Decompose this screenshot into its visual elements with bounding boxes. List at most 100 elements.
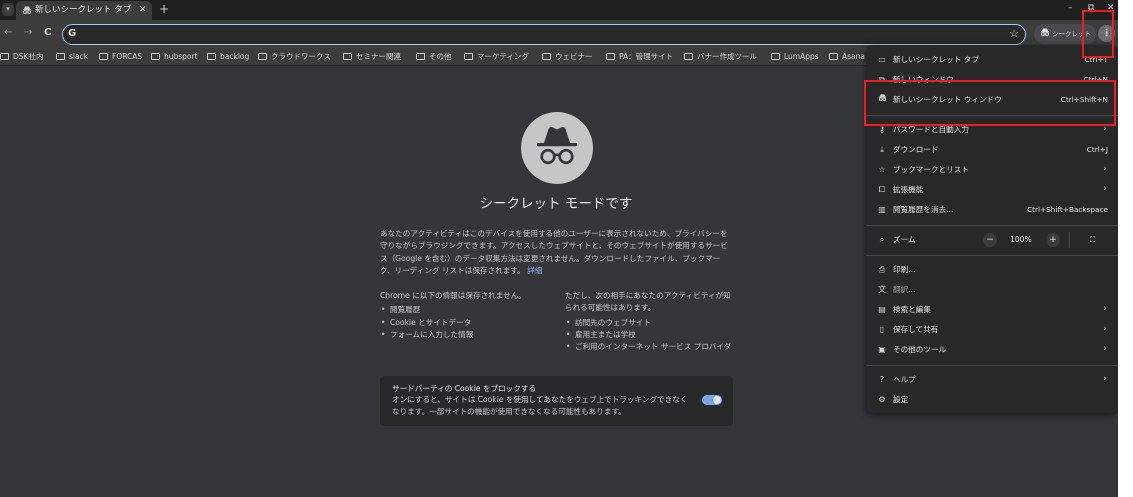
menu-item-zoom: ⌕ ズーム − 100% + ⛶	[866, 230, 1118, 250]
back-button[interactable]: ←	[4, 27, 12, 39]
zoom-icon: ⌕	[879, 235, 885, 244]
cookie-block-toggle[interactable]	[702, 395, 722, 405]
zoom-in-button[interactable]: +	[1046, 233, 1060, 247]
menu-item-label: その他のツール	[893, 345, 947, 354]
bookmark-folder[interactable]: その他	[416, 51, 452, 63]
folder-icon	[542, 53, 551, 60]
menu-item-more-tools[interactable]: ▣ その他のツール ›	[866, 340, 1118, 360]
bookmark-folder[interactable]: クラウドワークス	[258, 51, 331, 63]
page-title: シークレット モードです	[479, 196, 633, 212]
tab-search-button[interactable]: ▾	[2, 3, 14, 16]
menu-item-save-share[interactable]: ▯ 保存して共有 ›	[866, 320, 1118, 340]
zoom-label: ズーム	[893, 235, 916, 244]
reload-button[interactable]: C	[44, 27, 51, 39]
cookie-block-card: サードパーティの Cookie をブロックする オンにすると、サイトは Cook…	[380, 376, 733, 426]
list-item: Cookie とサイトデータ	[380, 317, 555, 330]
folder-icon	[0, 53, 9, 60]
bookmark-folder[interactable]: Asana	[829, 51, 865, 63]
browser-window: ▾ 新しいシークレット タブ ✕ + – ⧉ ✕ ← → C G ☆ シークレッ…	[0, 0, 1118, 497]
fullscreen-icon[interactable]: ⛶	[1090, 234, 1095, 246]
bookmark-folder[interactable]: LumApps	[771, 51, 819, 63]
screen-margin	[1118, 0, 1133, 497]
not-saved-section: Chrome に以下の情報は保存されません。 閲覧履歴 Cookie とサイトデ…	[380, 290, 555, 341]
incognito-icon	[22, 5, 32, 15]
bookmark-label: slack	[69, 52, 89, 61]
menu-item-settings[interactable]: ⚙ 設定	[866, 390, 1118, 410]
settings-icon: ⚙	[878, 395, 886, 404]
address-bar[interactable]: G ☆	[62, 24, 1026, 45]
help-icon: ?	[879, 375, 885, 384]
visible-to-section: ただし、次の相手にあなたのアクティビティが知られる可能性はあります。 訪問先のウ…	[565, 290, 733, 354]
list-item: 閲覧履歴	[380, 304, 555, 317]
menu-item-label: 閲覧履歴を消去...	[893, 205, 954, 214]
folder-icon	[771, 53, 780, 60]
menu-item-downloads[interactable]: ⤓ ダウンロード Ctrl+J	[866, 140, 1118, 160]
bookmark-folder[interactable]: backlog	[207, 51, 249, 63]
toolbox-icon: ▣	[878, 345, 886, 354]
bookmark-folder[interactable]: マーケティング	[464, 51, 529, 63]
bookmark-label: マーケティング	[477, 52, 529, 61]
bookmark-folder[interactable]: slack	[56, 51, 88, 63]
menu-divider	[866, 225, 1118, 226]
search-icon: ▤	[878, 305, 886, 314]
download-icon: ⤓	[880, 145, 884, 154]
folder-icon	[343, 53, 352, 60]
menu-item-new-incognito-tab[interactable]: ▭ 新しいシークレット タブ Ctrl+T	[866, 50, 1118, 70]
menu-item-clear-browsing-data[interactable]: ▥ 閲覧履歴を消去... Ctrl+Shift+Backspace	[866, 200, 1118, 220]
save-icon: ▯	[879, 325, 885, 334]
toolbar: ← → C G ☆ シークレット ⋮	[0, 20, 1118, 48]
list-item: ご利用のインターネット サービス プロバイダ	[565, 341, 733, 354]
zoom-out-button[interactable]: −	[983, 233, 997, 247]
list-item: 訪問先のウェブサイト	[565, 317, 733, 330]
menu-item-label: 印刷...	[893, 265, 916, 274]
bookmark-folder[interactable]: セミナー関連	[343, 51, 401, 63]
bookmark-folder[interactable]: DSK社内	[0, 51, 43, 63]
incognito-description: あなたのアクティビティはこのデバイスを使用する他のユーザーに表示されないため、プ…	[380, 228, 732, 277]
menu-item-label: 検索と編集	[893, 305, 931, 314]
tab-strip: ▾ 新しいシークレット タブ ✕ + – ⧉ ✕	[0, 0, 1118, 20]
not-saved-heading: Chrome に以下の情報は保存されません。	[380, 291, 526, 300]
visible-to-list: 訪問先のウェブサイト 雇用主または学校 ご利用のインターネット サービス プロバ…	[565, 317, 733, 354]
close-icon[interactable]: ✕	[139, 4, 147, 16]
trash-icon: ▥	[878, 205, 886, 214]
forward-button[interactable]: →	[24, 27, 32, 39]
menu-item-label: 設定	[893, 395, 909, 404]
menu-item-search-edit[interactable]: ▤ 検索と編集 ›	[866, 300, 1118, 320]
bookmark-label: バナー作成ツール	[697, 52, 757, 61]
bookmark-label: その他	[429, 52, 452, 61]
incognito-hero-icon	[521, 112, 593, 184]
extension-icon: ⧠	[878, 185, 886, 194]
menu-button-highlight	[1082, 10, 1114, 58]
folder-icon	[684, 53, 693, 60]
toggle-knob	[713, 396, 721, 404]
chevron-right-icon: ›	[1103, 344, 1107, 354]
bookmark-folder[interactable]: hubsport	[151, 51, 198, 63]
bookmark-folder[interactable]: ウェビナー	[542, 51, 593, 63]
menu-item-label: ダウンロード	[893, 145, 939, 154]
chevron-right-icon: ›	[1103, 164, 1107, 174]
bookmark-star-icon[interactable]: ☆	[1009, 27, 1019, 41]
menu-item-print[interactable]: ⎙ 印刷...	[866, 260, 1118, 280]
incognito-window-highlight	[864, 80, 1116, 126]
bookmark-folder[interactable]: FORCAS	[99, 51, 142, 63]
tab-incognito[interactable]: 新しいシークレット タブ ✕	[16, 1, 152, 20]
menu-item-help[interactable]: ? ヘルプ ›	[866, 370, 1118, 390]
chevron-right-icon: ›	[1103, 184, 1107, 194]
bookmark-label: クラウドワークス	[271, 52, 331, 61]
menu-item-label: 新しいシークレット タブ	[893, 55, 979, 64]
bookmark-folder[interactable]: バナー作成ツール	[684, 51, 757, 63]
new-tab-button[interactable]: +	[159, 2, 169, 16]
description-text: あなたのアクティビティはこのデバイスを使用する他のユーザーに表示されないため、プ…	[380, 229, 728, 275]
menu-item-translate[interactable]: 文 翻訳...	[866, 280, 1118, 300]
bookmark-folder[interactable]: PA：管理サイト	[606, 51, 673, 63]
menu-item-bookmarks[interactable]: ☆ ブックマークとリスト ›	[866, 160, 1118, 180]
details-link[interactable]: 詳細	[527, 266, 542, 275]
bookmark-label: ウェビナー	[555, 52, 593, 61]
bookmark-label: Asana	[842, 52, 865, 61]
menu-item-label: ブックマークとリスト	[893, 165, 969, 174]
minimize-button[interactable]: –	[1068, 2, 1073, 14]
menu-item-shortcut: Ctrl+J	[1086, 145, 1108, 154]
menu-item-extensions[interactable]: ⧠ 拡張機能 ›	[866, 180, 1118, 200]
zoom-divider	[1069, 232, 1070, 248]
folder-icon	[207, 53, 216, 60]
